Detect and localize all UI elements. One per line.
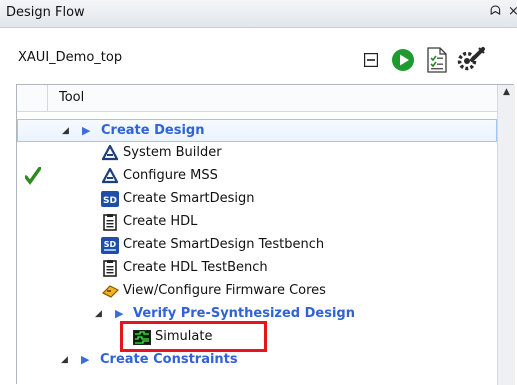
- report-icon[interactable]: [420, 44, 454, 76]
- tree-column-header: Tool: [17, 85, 497, 112]
- smartdesign-icon: SD: [101, 190, 119, 208]
- system-builder-icon: [101, 144, 119, 162]
- firmware-cores-icon: [101, 282, 119, 300]
- tree-row-create-constraints[interactable]: ◢ ▶ Create Constraints: [17, 349, 497, 372]
- tree-row-label: Create HDL TestBench: [123, 260, 268, 275]
- expand-toggle-icon[interactable]: ◢: [95, 309, 102, 319]
- pin-icon[interactable]: ᗣ: [490, 4, 501, 19]
- column-divider: [47, 85, 48, 111]
- close-icon[interactable]: ×: [508, 4, 517, 19]
- collapse-icon[interactable]: [354, 44, 388, 76]
- completed-check-icon: [24, 166, 42, 189]
- simulate-highlight-box: [120, 321, 267, 352]
- panel-titlebar: Design Flow ᗣ ×: [0, 0, 517, 28]
- tree-row-label: View/Configure Firmware Cores: [123, 283, 326, 298]
- tree-row-label: Create SmartDesign: [123, 191, 255, 206]
- tree-row-label: Create SmartDesign Testbench: [123, 237, 325, 252]
- hdl-testbench-icon: [101, 259, 119, 277]
- scroll-up-icon[interactable]: ▲: [498, 87, 515, 97]
- tree-row-label: System Builder: [123, 145, 222, 160]
- tree-row-label: Configure MSS: [123, 168, 218, 183]
- group-arrow-icon: ▶: [115, 307, 124, 320]
- tree-row-create-hdl-testbench[interactable]: Create HDL TestBench: [17, 257, 497, 280]
- project-name: XAUI_Demo_top: [18, 50, 123, 65]
- options-icon[interactable]: [454, 44, 488, 76]
- panel-title: Design Flow: [6, 5, 85, 20]
- project-toolbar: XAUI_Demo_top: [0, 28, 517, 90]
- group-arrow-icon: ▶: [81, 353, 90, 366]
- configure-mss-icon: [101, 167, 119, 185]
- tree-row-label: Verify Pre-Synthesized Design: [133, 306, 355, 321]
- smartdesign-testbench-icon-text: SD: [104, 240, 117, 249]
- tree-row-create-smartdesign[interactable]: SD Create SmartDesign: [17, 188, 497, 211]
- smartdesign-icon-text: SD: [103, 196, 117, 206]
- expand-toggle-icon[interactable]: ◢: [62, 126, 69, 136]
- hdl-file-icon: [101, 213, 119, 231]
- tree-row-label: Create Design: [101, 123, 205, 138]
- tree-row-create-design[interactable]: ◢ ▶ Create Design: [17, 119, 497, 142]
- run-icon[interactable]: [386, 44, 420, 76]
- tree-row-label: Create Constraints: [100, 352, 238, 367]
- vertical-scrollbar[interactable]: ▲: [497, 85, 515, 385]
- smartdesign-testbench-icon: SD: [101, 236, 119, 254]
- tree-row-configure-mss[interactable]: Configure MSS: [17, 165, 497, 188]
- tree-row-create-hdl[interactable]: Create HDL: [17, 211, 497, 234]
- tree-row-system-builder[interactable]: System Builder: [17, 142, 497, 165]
- tree-row-firmware-cores[interactable]: View/Configure Firmware Cores: [17, 280, 497, 303]
- expand-toggle-icon[interactable]: ◢: [61, 355, 68, 365]
- group-arrow-icon: ▶: [82, 124, 91, 137]
- tree-row-create-smartdesign-testbench[interactable]: SD Create SmartDesign Testbench: [17, 234, 497, 257]
- tool-column-label: Tool: [59, 90, 85, 105]
- tree-row-label: Create HDL: [123, 214, 198, 229]
